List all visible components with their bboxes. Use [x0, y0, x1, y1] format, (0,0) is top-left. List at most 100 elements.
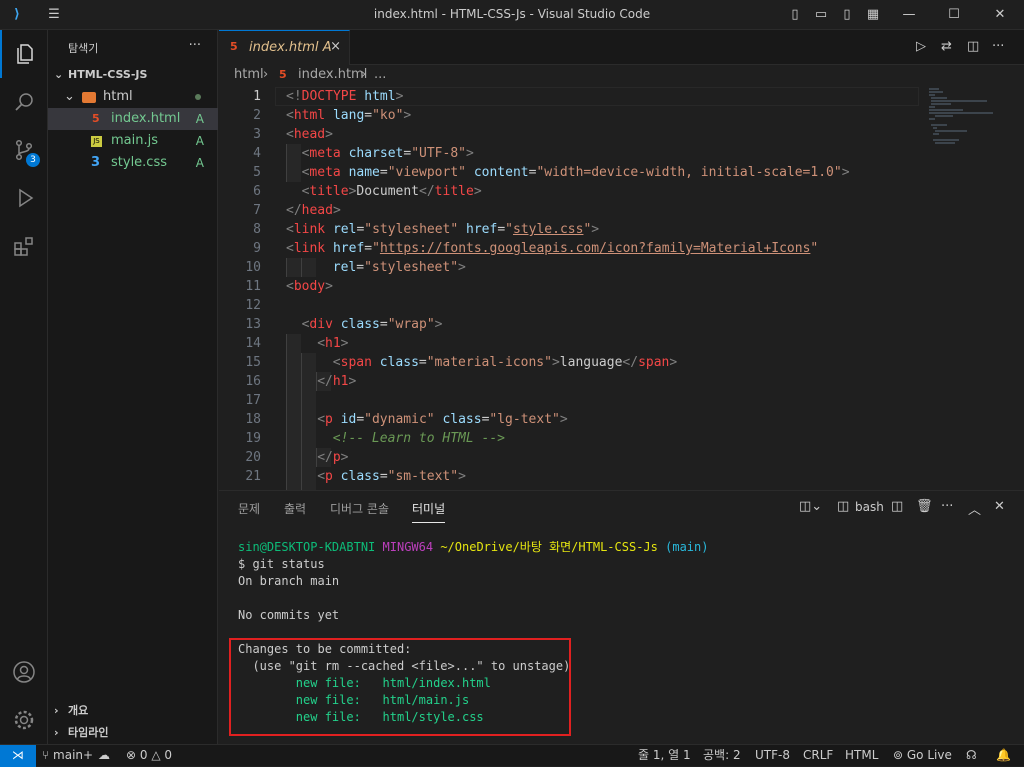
line-number: 14 — [245, 336, 261, 351]
indentation[interactable]: 공백: 2 — [703, 745, 741, 766]
split-editor-icon[interactable]: ◫ — [967, 39, 979, 54]
line-number: 17 — [245, 393, 261, 408]
outline-section[interactable]: › 개요 — [48, 700, 218, 722]
line-number: 3 — [253, 127, 261, 142]
terminal-shell-label[interactable]: bash — [855, 500, 884, 514]
code-line: <body> — [286, 279, 333, 294]
css3-icon: 3 — [91, 155, 101, 170]
code-editor[interactable]: 1 2 3 4 5 6 7 8 9 10 11 12 13 14 15 16 17 18 19 20 21 <!DOCT… — [219, 87, 919, 490]
customize-layout-icon[interactable]: ▦ — [864, 6, 882, 24]
toggle-secondary-sidebar-icon[interactable]: ▯ — [838, 6, 856, 24]
maximize-panel-icon[interactable]: ︿ — [968, 499, 981, 518]
chevron-right-icon: › — [54, 704, 59, 717]
code-line: <html lang="ko"> — [286, 108, 412, 123]
tab-terminal[interactable]: 터미널 — [412, 500, 446, 523]
run-icon[interactable]: ▷ — [916, 39, 926, 54]
line-number: 10 — [245, 260, 261, 275]
file-main-js[interactable]: JS main.js A — [48, 130, 218, 152]
trash-icon[interactable]: 🗑 — [916, 499, 933, 514]
code-line: <h1> — [317, 336, 349, 351]
bell-icon[interactable]: 🔔 — [996, 745, 1011, 766]
code-line: <p class="sm-text"> — [317, 469, 466, 484]
file-index-html[interactable]: 5 index.html A — [48, 108, 218, 130]
code-line: <!DOCTYPE html> — [286, 89, 404, 104]
bottom-panel: 문제 출력 디버그 콘솔 터미널 ◫⌄ ◫ bash ◫ 🗑 ··· ︿ ✕ s… — [219, 490, 1024, 744]
go-live-button[interactable]: ⊚ Go Live — [893, 745, 952, 766]
more-actions-icon[interactable]: ··· — [189, 38, 201, 53]
line-number: 8 — [253, 222, 261, 237]
more-actions-icon[interactable]: ··· — [992, 39, 1004, 54]
line-number: 15 — [245, 355, 261, 370]
close-window-icon[interactable]: ✕ — [991, 6, 1009, 24]
more-actions-icon[interactable]: ··· — [941, 499, 953, 514]
file-style-css[interactable]: 3 style.css A — [48, 152, 218, 174]
tab-index-html[interactable]: 5 index.html A × — [219, 30, 350, 65]
files-icon[interactable] — [0, 30, 48, 78]
breadcrumb-html[interactable]: html — [234, 65, 264, 85]
code-line: </p> — [317, 450, 349, 465]
source-control-icon[interactable]: 3 — [0, 126, 48, 174]
line-number: 20 — [245, 450, 261, 465]
status-bar: ⋊ ⑂ main+ ☁ ⊗ 0 △ 0 줄 1, 열 1 공백: 2 UTF-8… — [0, 744, 1024, 767]
code-line: <!-- Learn to HTML --> — [332, 431, 505, 446]
tab-debug-console[interactable]: 디버그 콘솔 — [330, 500, 389, 517]
toggle-panel-icon[interactable]: ▭ — [812, 6, 830, 24]
line-number: 7 — [253, 203, 261, 218]
explorer-title: 탐색기 — [68, 42, 99, 55]
encoding[interactable]: UTF-8 — [755, 745, 790, 766]
gear-icon[interactable] — [0, 696, 48, 744]
search-icon[interactable] — [0, 78, 48, 126]
editor-tabs: 5 index.html A × ▷ ⇄ ◫ ··· — [219, 30, 1024, 65]
sync-icon[interactable]: ☁ — [98, 745, 110, 766]
feedback-icon[interactable]: ☊ — [966, 745, 977, 766]
maximize-icon[interactable]: ☐ — [945, 6, 963, 24]
new-terminal-dropdown-icon[interactable]: ◫⌄ — [799, 499, 822, 514]
minimap[interactable] — [927, 87, 1007, 167]
minimize-icon[interactable]: — — [900, 6, 918, 24]
folder-html[interactable]: ⌄ html — [48, 86, 218, 108]
code-line: <title>Document</title> — [301, 184, 482, 199]
tab-problems[interactable]: 문제 — [238, 500, 260, 517]
line-number: 1 — [253, 89, 261, 104]
breadcrumb-symbol[interactable]: ... — [374, 65, 386, 85]
chevron-down-icon: ⌄ — [54, 68, 64, 81]
explorer-sidebar: 탐색기 ··· ⌄ HTML-CSS-JS ⌄ html 5 index.htm… — [48, 30, 218, 744]
extensions-icon[interactable] — [0, 222, 48, 270]
activity-bar: 3 — [0, 30, 48, 744]
remote-indicator-icon[interactable]: ⋊ — [0, 745, 36, 767]
terminal-shell-icon: ◫ — [837, 499, 850, 514]
line-number: 5 — [253, 165, 261, 180]
html5-icon: 5 — [279, 68, 287, 81]
line-number: 11 — [245, 279, 261, 294]
line-number: 19 — [245, 431, 261, 446]
eol[interactable]: CRLF — [803, 745, 833, 766]
run-debug-icon[interactable] — [0, 174, 48, 222]
branch-status[interactable]: ⑂ main+ — [42, 745, 93, 766]
modified-dot-icon — [195, 94, 201, 100]
title-bar: ⟩ ☰ index.html - HTML-CSS-Js - Visual St… — [0, 0, 1024, 30]
language-mode[interactable]: HTML — [845, 745, 878, 766]
cursor-position[interactable]: 줄 1, 열 1 — [638, 745, 691, 766]
close-tab-icon[interactable]: × — [330, 39, 341, 54]
line-number: 4 — [253, 146, 261, 161]
line-number: 13 — [245, 317, 261, 332]
project-folder[interactable]: ⌄ HTML-CSS-JS — [48, 64, 218, 86]
split-terminal-icon[interactable]: ◫ — [891, 499, 903, 514]
line-number: 18 — [245, 412, 261, 427]
tab-output[interactable]: 출력 — [284, 500, 306, 517]
toggle-sidebar-icon[interactable]: ▯ — [786, 6, 804, 24]
code-line: <span class="material-icons">language</s… — [332, 355, 678, 370]
scm-badge: 3 — [26, 153, 40, 167]
js-icon: JS — [91, 136, 102, 147]
close-panel-icon[interactable]: ✕ — [994, 499, 1005, 514]
line-number: 6 — [253, 184, 261, 199]
line-number: 21 — [245, 469, 261, 484]
highlight-box — [229, 638, 571, 736]
timeline-section[interactable]: › 타임라인 — [48, 722, 218, 744]
problems-status[interactable]: ⊗ 0 △ 0 — [126, 745, 172, 766]
open-changes-icon[interactable]: ⇄ — [941, 39, 952, 54]
breadcrumb-file[interactable]: index.html — [298, 65, 367, 85]
code-line: </head> — [286, 203, 341, 218]
account-icon[interactable] — [0, 648, 48, 696]
code-line: <link href="https://fonts.googleapis.com… — [286, 241, 819, 256]
